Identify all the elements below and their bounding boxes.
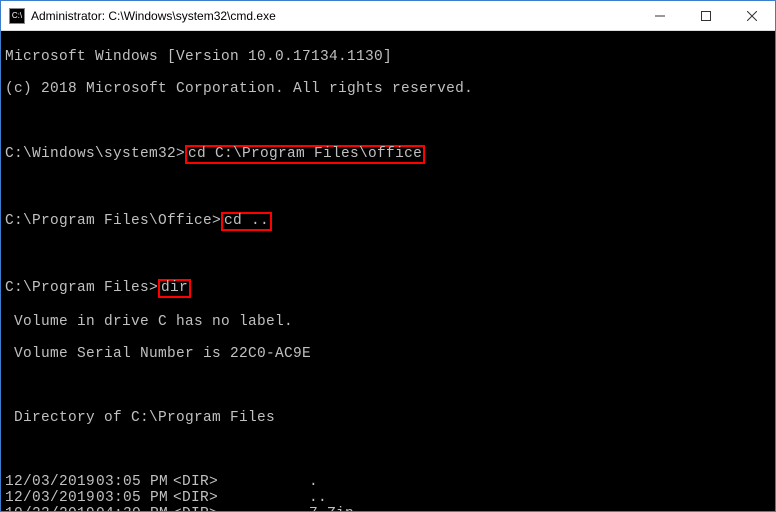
cmd-highlight-3: dir	[158, 279, 191, 298]
directory-header: Directory of C:\Program Files	[5, 410, 771, 426]
dir-entry: 12/03/201903:05 PM<DIR>.	[5, 474, 771, 490]
volume-label: Volume in drive C has no label.	[5, 314, 771, 330]
volume-serial: Volume Serial Number is 22C0-AC9E	[5, 346, 771, 362]
cmd-highlight-1: cd C:\Program Files\office	[185, 145, 425, 164]
titlebar[interactable]: C:\ Administrator: C:\Windows\system32\c…	[1, 1, 775, 31]
copyright-line: (c) 2018 Microsoft Corporation. All righ…	[5, 81, 771, 97]
terminal-output[interactable]: Microsoft Windows [Version 10.0.17134.11…	[1, 31, 775, 511]
prompt-line-3: C:\Program Files>dir	[5, 279, 771, 298]
prompt-line-2: C:\Program Files\Office>cd ..	[5, 212, 771, 231]
dir-entry: 12/03/201903:05 PM<DIR>..	[5, 490, 771, 506]
maximize-button[interactable]	[683, 1, 729, 30]
close-button[interactable]	[729, 1, 775, 30]
window-title: Administrator: C:\Windows\system32\cmd.e…	[31, 9, 637, 23]
cmd-window: C:\ Administrator: C:\Windows\system32\c…	[0, 0, 776, 512]
prompt-line-1: C:\Windows\system32>cd C:\Program Files\…	[5, 145, 771, 164]
window-controls	[637, 1, 775, 30]
cmd-icon: C:\	[9, 8, 25, 24]
version-line: Microsoft Windows [Version 10.0.17134.11…	[5, 49, 771, 65]
cmd-highlight-2: cd ..	[221, 212, 272, 231]
minimize-button[interactable]	[637, 1, 683, 30]
dir-entry: 10/23/201904:30 PM<DIR>7-Zip	[5, 506, 771, 511]
dir-listing: 12/03/201903:05 PM<DIR>.12/03/201903:05 …	[5, 474, 771, 511]
